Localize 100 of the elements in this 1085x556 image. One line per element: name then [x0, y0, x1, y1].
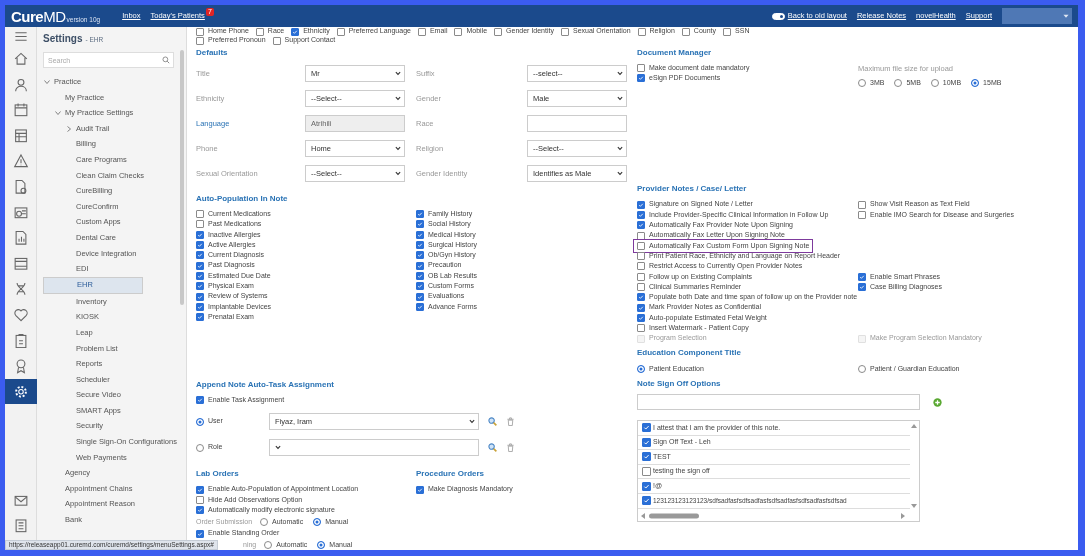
logo: CureMD — [11, 8, 66, 24]
checkbox[interactable] — [196, 506, 204, 515]
section-title: Education Component Title — [637, 347, 742, 358]
checkbox[interactable] — [637, 262, 645, 271]
checkbox[interactable] — [196, 27, 204, 36]
radio-button[interactable] — [264, 541, 273, 550]
checkbox[interactable] — [196, 485, 204, 494]
toggle-switch[interactable] — [771, 12, 785, 20]
checkbox[interactable] — [416, 230, 424, 239]
checkbox[interactable] — [858, 283, 866, 292]
checkbox[interactable] — [196, 251, 204, 260]
checkbox[interactable] — [637, 272, 645, 281]
checkbox[interactable] — [637, 231, 645, 240]
checkbox[interactable] — [454, 27, 463, 36]
radio-button[interactable] — [930, 79, 939, 88]
checkbox[interactable] — [416, 282, 424, 291]
checkbox[interactable] — [858, 200, 866, 209]
search-icon[interactable] — [162, 56, 170, 64]
select-field[interactable] — [269, 439, 479, 457]
checkbox[interactable] — [637, 27, 646, 36]
radio-button[interactable] — [637, 364, 645, 373]
checkbox[interactable] — [196, 496, 204, 504]
checkbox[interactable] — [858, 272, 866, 281]
checkbox[interactable] — [494, 27, 503, 36]
trash-icon[interactable] — [506, 443, 515, 453]
checkbox[interactable] — [196, 529, 204, 538]
checkbox[interactable] — [637, 313, 645, 322]
checkbox[interactable] — [196, 36, 204, 45]
checkbox[interactable] — [637, 74, 645, 83]
scrollbar-thumb[interactable] — [180, 50, 184, 305]
checkbox[interactable] — [681, 27, 690, 36]
checkbox[interactable] — [642, 437, 651, 447]
checkbox[interactable] — [416, 485, 424, 494]
chevron-icon[interactable] — [66, 125, 72, 132]
checkbox[interactable] — [272, 36, 281, 45]
radio-button[interactable] — [196, 443, 204, 452]
section-title: Append Note Auto-Task Assignment — [196, 380, 335, 391]
search-icon[interactable] — [488, 443, 497, 453]
checkbox[interactable] — [416, 271, 424, 280]
checkbox[interactable] — [255, 27, 264, 36]
checkbox[interactable] — [416, 251, 424, 260]
checkbox[interactable] — [637, 324, 645, 333]
chevron-icon[interactable] — [55, 110, 61, 117]
caret-icon — [469, 419, 475, 425]
trash-icon[interactable] — [506, 417, 515, 427]
text-field[interactable] — [637, 394, 920, 410]
section-title: Auto-Population In Note — [196, 194, 289, 204]
checkbox[interactable] — [642, 423, 651, 433]
checkbox[interactable] — [196, 302, 204, 311]
checkbox[interactable] — [416, 210, 424, 219]
chevron-icon[interactable] — [44, 79, 50, 85]
search-icon[interactable] — [488, 417, 497, 427]
section-title: Document Manager — [637, 48, 713, 58]
radio-button[interactable] — [260, 517, 269, 526]
checkbox[interactable] — [637, 221, 645, 230]
checkbox[interactable] — [642, 481, 651, 491]
checkbox[interactable] — [637, 241, 645, 250]
checkbox[interactable] — [637, 252, 645, 261]
checkbox[interactable] — [642, 452, 651, 462]
checkbox[interactable] — [637, 283, 645, 292]
caret-icon — [395, 71, 401, 76]
checkbox[interactable] — [196, 292, 204, 301]
checkbox[interactable] — [637, 200, 645, 209]
checkbox[interactable] — [196, 261, 204, 270]
text-field[interactable] — [527, 115, 627, 132]
checkbox[interactable] — [196, 396, 204, 405]
checkbox[interactable] — [637, 293, 645, 302]
checkbox[interactable] — [642, 467, 651, 477]
checkbox[interactable] — [642, 496, 651, 506]
settings-icon[interactable] — [5, 378, 37, 405]
caret-icon — [395, 146, 401, 151]
checkbox[interactable] — [723, 27, 732, 36]
section-title: Provider Notes / Case/ Letter — [637, 183, 748, 194]
caret-icon — [1063, 13, 1069, 19]
checkbox[interactable] — [196, 282, 204, 291]
checkbox[interactable] — [196, 241, 204, 250]
checkbox[interactable] — [196, 230, 204, 239]
radio-button[interactable] — [858, 364, 866, 373]
radio-button[interactable] — [858, 79, 866, 88]
checkbox[interactable] — [416, 220, 424, 229]
checkbox[interactable] — [416, 241, 424, 250]
checkbox[interactable] — [416, 261, 424, 270]
radio-button[interactable] — [894, 79, 903, 88]
checkbox[interactable] — [196, 210, 204, 219]
checkbox[interactable] — [416, 292, 424, 301]
checkbox[interactable] — [336, 27, 345, 36]
radio-button[interactable] — [196, 417, 204, 426]
checkbox[interactable] — [637, 64, 645, 73]
checkbox[interactable] — [291, 27, 300, 36]
checkbox[interactable] — [196, 271, 204, 280]
radio-button[interactable] — [313, 517, 322, 526]
checkbox[interactable] — [637, 303, 645, 312]
checkbox[interactable] — [858, 211, 866, 219]
checkbox[interactable] — [637, 211, 645, 219]
checkbox[interactable] — [196, 220, 204, 229]
checkbox[interactable] — [560, 27, 569, 36]
checkbox[interactable] — [417, 27, 426, 36]
checkbox[interactable] — [416, 302, 424, 311]
add-icon[interactable] — [933, 397, 942, 407]
checkbox[interactable] — [196, 313, 204, 322]
